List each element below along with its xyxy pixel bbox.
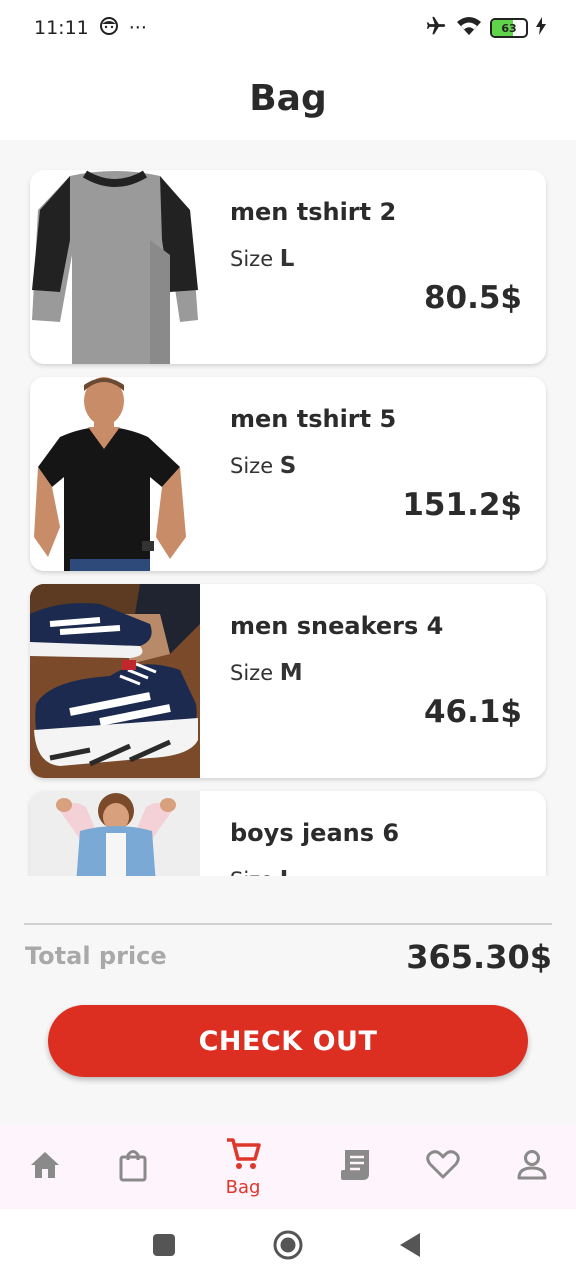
product-image-grey-raglan-tshirt bbox=[30, 170, 200, 364]
item-size-value: L bbox=[280, 867, 295, 876]
bottom-navigation: Bag bbox=[0, 1125, 576, 1209]
back-button[interactable] bbox=[398, 1231, 422, 1263]
item-name: men tshirt 2 bbox=[230, 198, 397, 226]
item-info: men sneakers 4 Size M 46.1$ bbox=[200, 584, 546, 778]
summary-divider bbox=[24, 923, 552, 925]
nav-item-favorites[interactable] bbox=[422, 1125, 464, 1209]
status-time: 11:11 bbox=[34, 17, 89, 39]
page-header: Bag bbox=[0, 56, 576, 140]
bag-item-card[interactable]: men sneakers 4 Size M 46.1$ bbox=[30, 584, 546, 778]
nav-item-shop[interactable] bbox=[112, 1125, 154, 1209]
recents-button[interactable] bbox=[152, 1233, 176, 1261]
status-left: 11:11 ··· bbox=[34, 16, 147, 41]
nav-item-profile[interactable] bbox=[511, 1125, 553, 1209]
item-size-label: Size bbox=[230, 661, 274, 685]
nav-item-orders[interactable] bbox=[334, 1125, 376, 1209]
orders-icon bbox=[339, 1148, 371, 1186]
bag-item-card[interactable]: men tshirt 5 Size S 151.2$ bbox=[30, 377, 546, 571]
nav-item-home[interactable] bbox=[24, 1125, 66, 1209]
battery-level: 63 bbox=[501, 21, 517, 35]
item-size-value: M bbox=[279, 660, 303, 686]
item-name: men sneakers 4 bbox=[230, 612, 444, 640]
notification-face-icon bbox=[99, 16, 119, 41]
item-size: Size L bbox=[230, 246, 294, 272]
charging-icon bbox=[536, 16, 546, 40]
wifi-icon bbox=[456, 15, 482, 42]
item-info: men tshirt 5 Size S 151.2$ bbox=[200, 377, 546, 571]
profile-icon bbox=[517, 1149, 547, 1185]
page-title: Bag bbox=[249, 77, 327, 119]
product-image-man-black-vneck-tshirt bbox=[30, 377, 200, 571]
item-size: Size M bbox=[230, 660, 303, 686]
item-size-value: S bbox=[279, 453, 297, 479]
item-size-label: Size bbox=[230, 247, 274, 271]
shopping-bag-icon bbox=[118, 1148, 148, 1186]
checkout-button[interactable]: CHECK OUT bbox=[48, 1005, 528, 1077]
item-name: men tshirt 5 bbox=[230, 405, 397, 433]
status-bar: 11:11 ··· 63 bbox=[0, 0, 576, 56]
item-info: boys jeans 6 Size L bbox=[200, 791, 546, 876]
system-navigation-bar bbox=[0, 1209, 576, 1280]
nav-item-bag-label: Bag bbox=[225, 1176, 261, 1198]
home-icon bbox=[29, 1150, 61, 1184]
item-size-label: Size bbox=[230, 868, 273, 876]
airplane-mode-icon bbox=[424, 15, 448, 42]
battery-icon: 63 bbox=[490, 18, 528, 38]
bag-item-card[interactable]: men tshirt 2 Size L 80.5$ bbox=[30, 170, 546, 364]
item-info: men tshirt 2 Size L 80.5$ bbox=[200, 170, 546, 364]
item-price: 151.2$ bbox=[402, 487, 522, 523]
home-button[interactable] bbox=[272, 1229, 304, 1265]
status-right: 63 bbox=[424, 15, 546, 42]
item-size-label: Size bbox=[230, 454, 274, 478]
heart-icon bbox=[426, 1150, 460, 1184]
nav-item-bag[interactable]: Bag bbox=[214, 1125, 272, 1209]
item-name: boys jeans 6 bbox=[230, 819, 400, 847]
total-price-value: 365.30$ bbox=[406, 938, 552, 976]
item-size-value: L bbox=[279, 246, 295, 272]
bag-item-card[interactable]: boys jeans 6 Size L bbox=[30, 791, 546, 876]
item-price: 80.5$ bbox=[423, 280, 522, 316]
cart-icon bbox=[225, 1137, 261, 1175]
product-image-navy-white-sneakers bbox=[30, 584, 200, 778]
item-size: Size S bbox=[230, 453, 296, 479]
bag-items-list[interactable]: men tshirt 2 Size L 80.5$ men tshirt 5 S… bbox=[0, 140, 576, 876]
more-notifications-icon: ··· bbox=[128, 17, 147, 39]
item-size: Size L bbox=[230, 867, 294, 876]
total-price-label: Total price bbox=[25, 942, 167, 970]
item-price: 46.1$ bbox=[423, 694, 522, 730]
product-image-boy-denim-jacket bbox=[30, 791, 200, 876]
